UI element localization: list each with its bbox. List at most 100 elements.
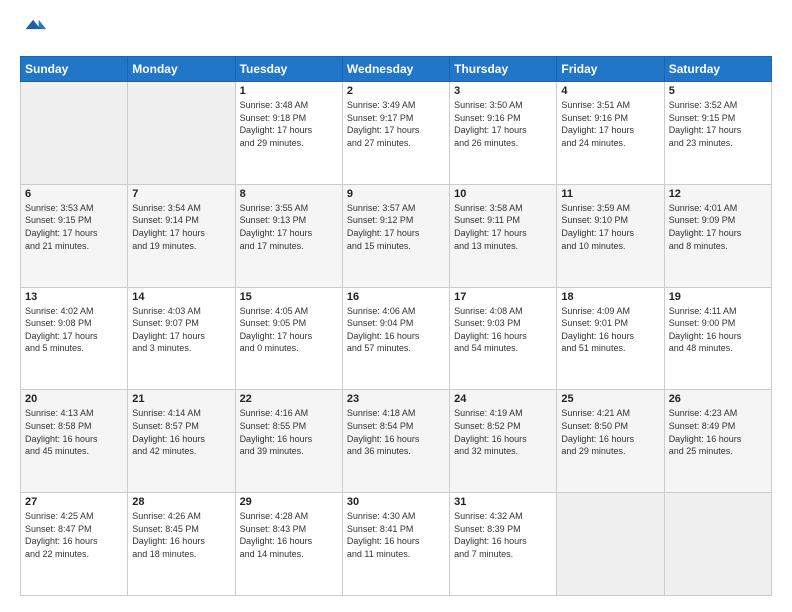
day-info: Sunrise: 4:32 AM Sunset: 8:39 PM Dayligh… [454,510,552,560]
calendar-cell: 13Sunrise: 4:02 AM Sunset: 9:08 PM Dayli… [21,287,128,390]
calendar-cell: 1 Sunrise: 3:48 AM Sunset: 9:18 PM Daylig… [235,82,342,185]
calendar-cell [21,82,128,185]
day-info: Sunrise: 3:55 AM Sunset: 9:13 PM Dayligh… [240,202,338,252]
day-number: 11 [561,188,659,200]
day-info: Sunrise: 4:18 AM Sunset: 8:54 PM Dayligh… [347,407,445,457]
day-info: Sunrise: 3:48 AM Sunset: 9:18 PM Dayligh… [240,99,338,149]
day-number: 4 [561,85,659,97]
day-number: 9 [347,188,445,200]
calendar-cell: 20 Sunrise: 4:13 AM Sunset: 8:58 PM Dayli… [21,390,128,493]
day-info: Sunrise: 3:50 AM Sunset: 9:16 PM Dayligh… [454,99,552,149]
calendar-cell [664,493,771,596]
day-info: Sunrise: 3:54 AM Sunset: 9:14 PM Dayligh… [132,202,230,252]
day-number: 5 [669,85,767,97]
calendar-header-monday: Monday [128,57,235,82]
calendar-cell: 22 Sunrise: 4:16 AM Sunset: 8:55 PM Dayli… [235,390,342,493]
day-number: 6 [25,188,123,200]
calendar-cell [128,82,235,185]
calendar-cell: 28 Sunrise: 4:26 AM Sunset: 8:45 PM Dayli… [128,493,235,596]
calendar-cell: 9 Sunrise: 3:57 AM Sunset: 9:12 PM Daylig… [342,184,449,287]
calendar-week-row: 1 Sunrise: 3:48 AM Sunset: 9:18 PM Daylig… [21,82,772,185]
calendar-cell: 27Sunrise: 4:25 AM Sunset: 8:47 PM Dayli… [21,493,128,596]
day-number: 17 [454,291,552,303]
day-info: Sunrise: 3:58 AM Sunset: 9:11 PM Dayligh… [454,202,552,252]
calendar-cell: 31 Sunrise: 4:32 AM Sunset: 8:39 PM Dayli… [450,493,557,596]
day-info: Sunrise: 3:53 AM Sunset: 9:15 PM Dayligh… [25,202,123,252]
calendar-week-row: 6 Sunrise: 3:53 AM Sunset: 9:15 PM Daylig… [21,184,772,287]
day-number: 28 [132,496,230,508]
day-info: Sunrise: 3:52 AM Sunset: 9:15 PM Dayligh… [669,99,767,149]
calendar-cell: 2Sunrise: 3:49 AM Sunset: 9:17 PM Daylig… [342,82,449,185]
header [20,16,772,44]
calendar-cell: 19 Sunrise: 4:11 AM Sunset: 9:00 PM Dayli… [664,287,771,390]
day-info: Sunrise: 4:23 AM Sunset: 8:49 PM Dayligh… [669,407,767,457]
day-info: Sunrise: 4:19 AM Sunset: 8:52 PM Dayligh… [454,407,552,457]
calendar-table: SundayMondayTuesdayWednesdayThursdayFrid… [20,56,772,596]
calendar-cell: 17 Sunrise: 4:08 AM Sunset: 9:03 PM Dayli… [450,287,557,390]
logo-icon [20,16,48,44]
day-number: 16 [347,291,445,303]
day-info: Sunrise: 4:09 AM Sunset: 9:01 PM Dayligh… [561,305,659,355]
calendar-cell: 10 Sunrise: 3:58 AM Sunset: 9:11 PM Dayli… [450,184,557,287]
calendar-header-wednesday: Wednesday [342,57,449,82]
day-info: Sunrise: 3:51 AM Sunset: 9:16 PM Dayligh… [561,99,659,149]
day-number: 1 [240,85,338,97]
day-info: Sunrise: 4:01 AM Sunset: 9:09 PM Dayligh… [669,202,767,252]
day-number: 27 [25,496,123,508]
calendar-cell: 5 Sunrise: 3:52 AM Sunset: 9:15 PM Daylig… [664,82,771,185]
day-number: 7 [132,188,230,200]
day-info: Sunrise: 3:49 AM Sunset: 9:17 PM Dayligh… [347,99,445,149]
day-number: 15 [240,291,338,303]
day-info: Sunrise: 4:03 AM Sunset: 9:07 PM Dayligh… [132,305,230,355]
day-number: 31 [454,496,552,508]
day-info: Sunrise: 4:11 AM Sunset: 9:00 PM Dayligh… [669,305,767,355]
day-number: 29 [240,496,338,508]
day-info: Sunrise: 4:06 AM Sunset: 9:04 PM Dayligh… [347,305,445,355]
calendar-cell: 12Sunrise: 4:01 AM Sunset: 9:09 PM Dayli… [664,184,771,287]
logo [20,16,52,44]
day-number: 10 [454,188,552,200]
calendar-header-row: SundayMondayTuesdayWednesdayThursdayFrid… [21,57,772,82]
calendar-cell: 21 Sunrise: 4:14 AM Sunset: 8:57 PM Dayli… [128,390,235,493]
day-info: Sunrise: 3:59 AM Sunset: 9:10 PM Dayligh… [561,202,659,252]
calendar-cell: 7 Sunrise: 3:54 AM Sunset: 9:14 PM Daylig… [128,184,235,287]
calendar-cell: 11 Sunrise: 3:59 AM Sunset: 9:10 PM Dayli… [557,184,664,287]
calendar-cell: 26 Sunrise: 4:23 AM Sunset: 8:49 PM Dayli… [664,390,771,493]
calendar-header-saturday: Saturday [664,57,771,82]
calendar-cell: 8Sunrise: 3:55 AM Sunset: 9:13 PM Daylig… [235,184,342,287]
day-info: Sunrise: 4:28 AM Sunset: 8:43 PM Dayligh… [240,510,338,560]
day-number: 20 [25,393,123,405]
calendar-cell: 29 Sunrise: 4:28 AM Sunset: 8:43 PM Dayli… [235,493,342,596]
day-number: 14 [132,291,230,303]
calendar-cell: 15Sunrise: 4:05 AM Sunset: 9:05 PM Dayli… [235,287,342,390]
day-number: 26 [669,393,767,405]
day-number: 24 [454,393,552,405]
calendar-cell: 24 Sunrise: 4:19 AM Sunset: 8:52 PM Dayli… [450,390,557,493]
day-info: Sunrise: 4:16 AM Sunset: 8:55 PM Dayligh… [240,407,338,457]
calendar-cell: 3Sunrise: 3:50 AM Sunset: 9:16 PM Daylig… [450,82,557,185]
day-info: Sunrise: 4:21 AM Sunset: 8:50 PM Dayligh… [561,407,659,457]
calendar-header-tuesday: Tuesday [235,57,342,82]
day-info: Sunrise: 4:13 AM Sunset: 8:58 PM Dayligh… [25,407,123,457]
day-number: 23 [347,393,445,405]
day-number: 13 [25,291,123,303]
day-number: 22 [240,393,338,405]
day-info: Sunrise: 4:14 AM Sunset: 8:57 PM Dayligh… [132,407,230,457]
day-number: 30 [347,496,445,508]
calendar-cell: 6 Sunrise: 3:53 AM Sunset: 9:15 PM Daylig… [21,184,128,287]
calendar-header-thursday: Thursday [450,57,557,82]
calendar-week-row: 27Sunrise: 4:25 AM Sunset: 8:47 PM Dayli… [21,493,772,596]
day-number: 21 [132,393,230,405]
day-info: Sunrise: 4:26 AM Sunset: 8:45 PM Dayligh… [132,510,230,560]
calendar-cell: 16 Sunrise: 4:06 AM Sunset: 9:04 PM Dayli… [342,287,449,390]
day-info: Sunrise: 4:08 AM Sunset: 9:03 PM Dayligh… [454,305,552,355]
day-info: Sunrise: 4:30 AM Sunset: 8:41 PM Dayligh… [347,510,445,560]
calendar-header-sunday: Sunday [21,57,128,82]
calendar-cell: 23 Sunrise: 4:18 AM Sunset: 8:54 PM Dayli… [342,390,449,493]
day-info: Sunrise: 3:57 AM Sunset: 9:12 PM Dayligh… [347,202,445,252]
calendar-cell: 4 Sunrise: 3:51 AM Sunset: 9:16 PM Daylig… [557,82,664,185]
day-number: 25 [561,393,659,405]
calendar-week-row: 13Sunrise: 4:02 AM Sunset: 9:08 PM Dayli… [21,287,772,390]
calendar-week-row: 20 Sunrise: 4:13 AM Sunset: 8:58 PM Dayli… [21,390,772,493]
day-number: 19 [669,291,767,303]
